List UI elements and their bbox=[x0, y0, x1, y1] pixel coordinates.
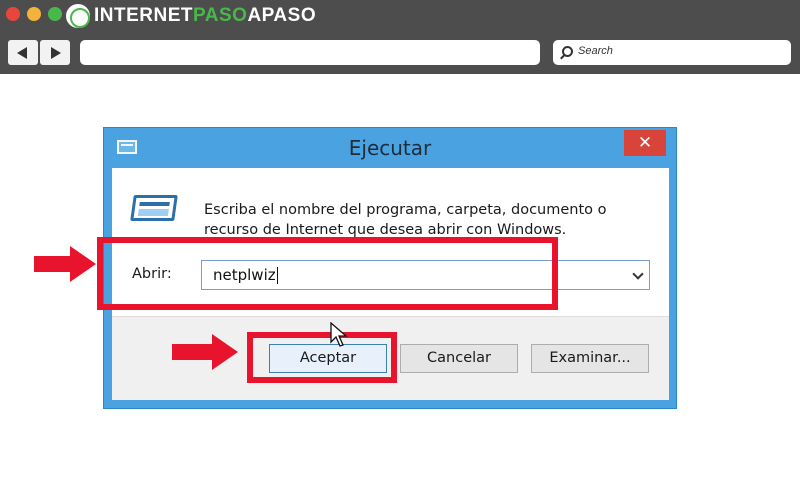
forward-arrow-icon bbox=[51, 47, 61, 59]
run-program-icon bbox=[130, 195, 178, 221]
dialog-title: Ejecutar bbox=[348, 136, 432, 160]
dialog-titlebar[interactable]: Ejecutar ✕ bbox=[104, 128, 676, 168]
close-button[interactable]: ✕ bbox=[624, 130, 666, 156]
search-placeholder: Search bbox=[578, 45, 613, 57]
minimize-window-dot[interactable] bbox=[27, 7, 41, 21]
cancel-button[interactable]: Cancelar bbox=[400, 344, 518, 373]
search-icon bbox=[562, 46, 573, 57]
input-highlight-box bbox=[97, 237, 558, 310]
address-bar[interactable] bbox=[80, 40, 540, 65]
browse-button[interactable]: Examinar... bbox=[531, 344, 649, 373]
pointer-arrow-icon bbox=[34, 246, 96, 282]
close-icon: ✕ bbox=[637, 133, 653, 153]
dialog-description: Escriba el nombre del programa, carpeta,… bbox=[204, 202, 607, 238]
chevron-down-icon[interactable] bbox=[632, 268, 644, 280]
logo-text: INTERNETPASOAPASO bbox=[94, 5, 317, 26]
forward-button[interactable] bbox=[40, 40, 70, 65]
back-button[interactable] bbox=[8, 40, 38, 65]
maximize-window-dot[interactable] bbox=[48, 7, 62, 21]
logo-icon bbox=[66, 4, 90, 28]
site-logo: INTERNETPASOAPASO bbox=[66, 3, 316, 29]
close-window-dot[interactable] bbox=[6, 7, 20, 21]
accept-highlight-box bbox=[247, 332, 397, 383]
pointer-arrow-icon bbox=[172, 334, 240, 370]
back-arrow-icon bbox=[17, 47, 27, 59]
browser-chrome: INTERNETPASOAPASO Search bbox=[0, 0, 800, 74]
search-input[interactable]: Search bbox=[553, 40, 791, 65]
